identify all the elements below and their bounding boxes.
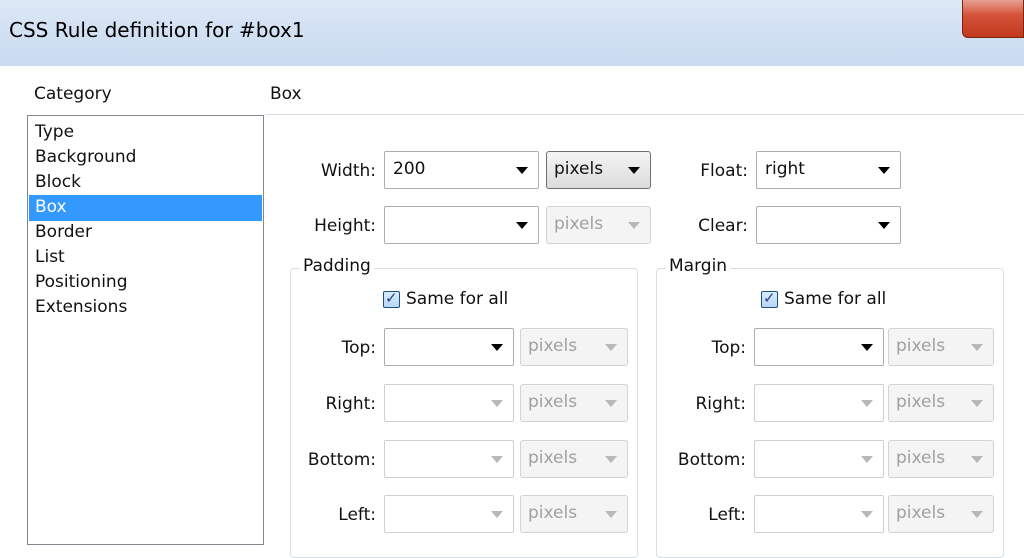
- chevron-down-icon: [971, 400, 983, 407]
- margin-left-unit-value: pixels: [896, 503, 946, 523]
- margin-right-unit: pixels: [888, 384, 994, 422]
- margin-right-label: Right:: [695, 394, 747, 414]
- width-unit-value: pixels: [554, 159, 604, 179]
- padding-right-unit: pixels: [520, 384, 628, 422]
- padding-left-unit-value: pixels: [528, 503, 578, 523]
- chevron-down-icon: [861, 511, 873, 518]
- category-item-type[interactable]: Type: [29, 120, 262, 146]
- category-item-border[interactable]: Border: [29, 220, 262, 246]
- padding-top-label: Top:: [341, 338, 376, 358]
- chevron-down-icon: [878, 167, 890, 174]
- padding-right-label: Right:: [325, 394, 377, 414]
- margin-left-label: Left:: [708, 505, 746, 525]
- category-header: Category: [34, 84, 112, 104]
- category-item-positioning[interactable]: Positioning: [29, 270, 262, 296]
- width-unit-select[interactable]: pixels: [546, 151, 651, 189]
- height-unit-select: pixels: [546, 206, 651, 244]
- title-bar: CSS Rule definition for #box1: [0, 0, 1024, 66]
- height-label: Height:: [314, 216, 376, 236]
- chevron-down-icon: [516, 167, 528, 174]
- padding-same-checkbox[interactable]: ✓: [383, 289, 400, 308]
- chevron-down-icon: [516, 222, 528, 229]
- clear-label: Clear:: [698, 216, 748, 236]
- padding-same-label: Same for all: [406, 289, 509, 309]
- chevron-down-icon: [971, 344, 983, 351]
- chevron-down-icon: [605, 456, 617, 463]
- category-item-extensions[interactable]: Extensions: [29, 295, 262, 321]
- padding-right-unit-value: pixels: [528, 392, 578, 412]
- padding-left-combo: [384, 495, 514, 533]
- margin-bottom-unit: pixels: [888, 440, 994, 478]
- chevron-down-icon: [861, 456, 873, 463]
- width-combo[interactable]: 200: [384, 151, 539, 189]
- padding-right-combo: [384, 384, 514, 422]
- margin-bottom-combo: [754, 440, 884, 478]
- height-unit-value: pixels: [554, 214, 604, 234]
- category-item-list[interactable]: List: [29, 245, 262, 271]
- clear-select[interactable]: [756, 206, 901, 244]
- width-value: 200: [393, 159, 426, 179]
- chevron-down-icon: [628, 167, 640, 174]
- float-value: right: [765, 159, 805, 179]
- padding-top-combo[interactable]: [384, 328, 514, 366]
- chevron-down-icon: [491, 511, 503, 518]
- height-combo[interactable]: [384, 206, 539, 244]
- margin-top-unit: pixels: [888, 328, 994, 366]
- panel-title: Box: [270, 84, 302, 104]
- margin-top-unit-value: pixels: [896, 336, 946, 356]
- margin-top-label: Top:: [711, 338, 746, 358]
- margin-bottom-unit-value: pixels: [896, 448, 946, 468]
- margin-top-combo[interactable]: [754, 328, 884, 366]
- category-item-block[interactable]: Block: [29, 170, 262, 196]
- panel-divider: [265, 114, 1024, 115]
- window-title: CSS Rule definition for #box1: [9, 18, 305, 42]
- padding-left-label: Left:: [338, 505, 376, 525]
- margin-bottom-label: Bottom:: [677, 450, 746, 470]
- chevron-down-icon: [491, 400, 503, 407]
- chevron-down-icon: [605, 511, 617, 518]
- chevron-down-icon: [605, 400, 617, 407]
- margin-group-title: Margin: [666, 256, 731, 276]
- padding-top-unit: pixels: [520, 328, 628, 366]
- width-label: Width:: [320, 161, 376, 181]
- padding-top-unit-value: pixels: [528, 336, 578, 356]
- chevron-down-icon: [491, 344, 503, 351]
- margin-left-unit: pixels: [888, 495, 994, 533]
- margin-right-unit-value: pixels: [896, 392, 946, 412]
- padding-bottom-unit: pixels: [520, 440, 628, 478]
- padding-group-title: Padding: [300, 256, 374, 276]
- check-icon: ✓: [763, 289, 776, 307]
- category-item-box[interactable]: Box: [29, 195, 262, 221]
- margin-right-combo: [754, 384, 884, 422]
- float-label: Float:: [700, 161, 748, 181]
- margin-left-combo: [754, 495, 884, 533]
- category-list[interactable]: Type Background Block Box Border List Po…: [27, 115, 264, 545]
- chevron-down-icon: [628, 222, 640, 229]
- float-select[interactable]: right: [756, 151, 901, 189]
- close-button[interactable]: [962, 0, 1024, 38]
- margin-same-label: Same for all: [784, 289, 887, 309]
- chevron-down-icon: [491, 456, 503, 463]
- check-icon: ✓: [385, 289, 398, 307]
- chevron-down-icon: [971, 511, 983, 518]
- padding-left-unit: pixels: [520, 495, 628, 533]
- padding-bottom-unit-value: pixels: [528, 448, 578, 468]
- padding-bottom-combo: [384, 440, 514, 478]
- chevron-down-icon: [878, 222, 890, 229]
- padding-bottom-label: Bottom:: [307, 450, 376, 470]
- chevron-down-icon: [861, 400, 873, 407]
- chevron-down-icon: [971, 456, 983, 463]
- chevron-down-icon: [861, 344, 873, 351]
- chevron-down-icon: [605, 344, 617, 351]
- category-item-background[interactable]: Background: [29, 145, 262, 171]
- margin-same-checkbox[interactable]: ✓: [761, 289, 778, 308]
